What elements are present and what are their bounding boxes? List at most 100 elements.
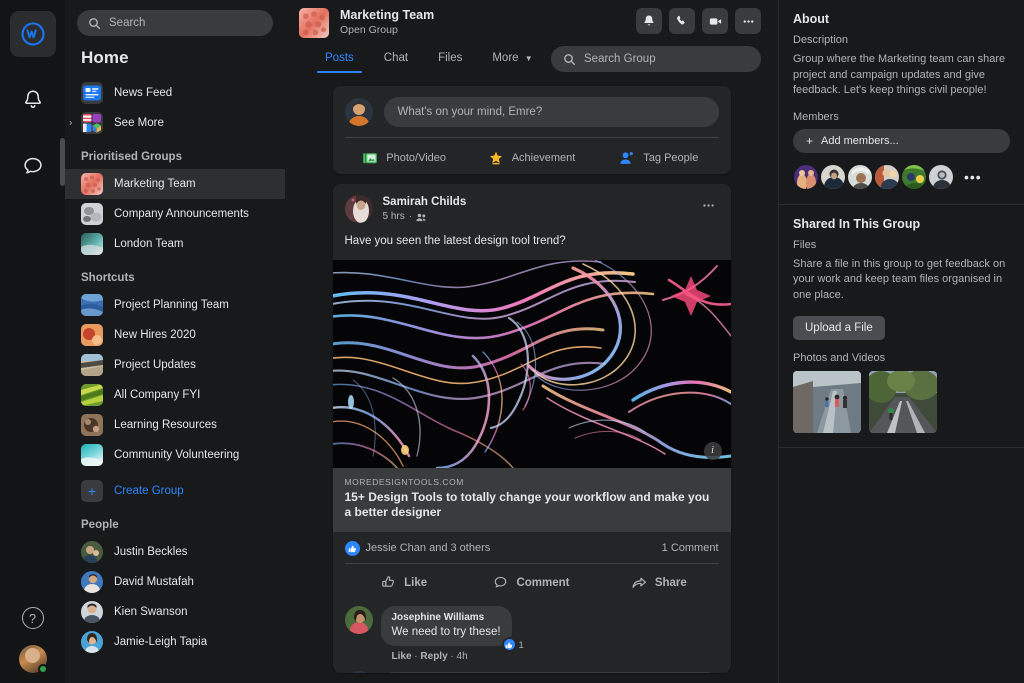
plus-icon: + <box>806 133 814 148</box>
sidebar-item-label: Project Updates <box>114 359 196 371</box>
composer-top: What's on your mind, Emre? <box>333 86 731 137</box>
comment-reply-button[interactable]: Reply <box>420 651 447 662</box>
sidebar-item-all-company-fyi[interactable]: All Company FYI <box>65 380 285 410</box>
group-thumbnail <box>81 173 103 195</box>
comment-button[interactable]: Comment <box>468 569 595 597</box>
post-author[interactable]: Samirah Childs <box>383 195 467 211</box>
post-reactions-bar: Jessie Chan and 3 others 1 Comment <box>333 532 731 563</box>
marketing-team-thumb <box>299 8 329 38</box>
link-domain: MOREDESIGNTOOLS.COM <box>344 476 464 487</box>
sidebar-item-see-more[interactable]: › See More <box>65 108 285 138</box>
meta-separator: · <box>408 211 413 223</box>
create-group-label: Create Group <box>114 485 184 497</box>
post-image[interactable]: i <box>332 259 731 468</box>
notifications-icon[interactable] <box>10 77 56 123</box>
photo-thumbnail[interactable] <box>793 370 861 433</box>
achievement-button[interactable]: Achievement <box>468 144 595 172</box>
member-avatar[interactable] <box>820 163 846 190</box>
sidebar-item-marketing-team[interactable]: Marketing Team <box>65 169 285 199</box>
call-button[interactable] <box>669 8 695 34</box>
chevron-right-icon: › <box>69 117 73 129</box>
member-avatar[interactable] <box>901 163 927 190</box>
sidebar-item-david-mustafah[interactable]: David Mustafah <box>65 567 285 597</box>
link-preview[interactable]: MOREDESIGNTOOLS.COM 15+ Design Tools to … <box>332 467 731 532</box>
more-options-button[interactable] <box>735 8 761 34</box>
member-avatar[interactable] <box>847 163 873 190</box>
tag-people-icon <box>620 152 634 164</box>
image-info-badge[interactable]: i <box>703 441 722 460</box>
post-card: Samirah Childs 5 hrs · Have you seen the… <box>332 183 731 673</box>
search-placeholder: Search <box>109 17 146 29</box>
comments-count[interactable]: 1 Comment <box>662 542 719 554</box>
current-user-avatar <box>344 98 373 126</box>
like-button[interactable]: Like <box>341 569 468 597</box>
comment-bubble[interactable]: Josephine Williams We need to try these! <box>380 605 512 647</box>
sidebar-item-news-feed[interactable]: News Feed <box>65 78 285 108</box>
group-thumbnail <box>81 233 103 255</box>
member-avatar[interactable] <box>793 163 819 190</box>
user-avatar-button[interactable] <box>18 645 48 674</box>
comments-section: Josephine Williams We need to try these! <box>333 602 731 673</box>
tab-files[interactable]: Files <box>424 46 476 73</box>
group-search-input[interactable]: Search Group <box>551 46 761 72</box>
sidebar-item-community-volunteering[interactable]: Community Volunteering <box>65 440 285 470</box>
upload-file-button[interactable]: Upload a File <box>793 315 885 340</box>
avatar[interactable] <box>344 194 373 223</box>
sidebar-item-london-team[interactable]: London Team <box>65 229 285 259</box>
tab-chat[interactable]: Chat <box>370 46 422 73</box>
video-call-button[interactable] <box>702 8 728 34</box>
comment-body: Josephine Williams We need to try these! <box>380 605 524 662</box>
comment-like-button[interactable]: Like <box>392 651 412 662</box>
create-group-button[interactable]: + Create Group <box>65 476 285 506</box>
photo-video-button[interactable]: Photo/Video <box>341 144 468 172</box>
comment-input[interactable]: Write a comment... <box>380 672 719 673</box>
sidebar-item-project-planning-team[interactable]: Project Planning Team <box>65 290 285 320</box>
achievement-star-icon <box>489 151 502 165</box>
more-horizontal-icon <box>743 19 753 23</box>
avatar <box>81 601 103 623</box>
notifications-button[interactable] <box>636 8 662 34</box>
sidebar-item-company-announcements[interactable]: Company Announcements <box>65 199 285 229</box>
comment-reaction[interactable]: 1 <box>501 637 524 653</box>
help-icon[interactable]: ? <box>21 607 44 629</box>
photos-videos-label: Photos and Videos <box>793 351 886 364</box>
workplace-logo-button[interactable] <box>9 11 56 57</box>
news-feed-glyph <box>83 85 101 101</box>
sidebar-item-kien-swanson[interactable]: Kien Swanson <box>65 597 285 627</box>
member-avatar-4 <box>875 164 899 189</box>
member-avatar[interactable] <box>874 163 900 190</box>
comment-text: We need to try these! <box>391 625 501 638</box>
members-more-button[interactable]: ••• <box>964 169 982 185</box>
post-more-button[interactable] <box>697 194 721 218</box>
tab-more[interactable]: More ▼ <box>478 46 546 73</box>
group-avatar[interactable] <box>299 8 329 38</box>
tag-people-button[interactable]: Tag People <box>595 144 722 172</box>
about-card: About Description Group where the Market… <box>779 0 1024 205</box>
bridge-runners-photo <box>793 370 861 433</box>
status-dot-online <box>37 664 48 674</box>
right-panel: About Description Group where the Market… <box>778 0 1024 683</box>
share-button[interactable]: Share <box>595 569 722 597</box>
chat-icon[interactable] <box>10 143 56 189</box>
about-title: About <box>793 12 830 26</box>
member-avatar[interactable] <box>928 163 954 190</box>
sidebar-item-justin-beckles[interactable]: Justin Beckles <box>65 537 285 567</box>
achievement-label: Achievement <box>511 152 576 164</box>
tab-posts[interactable]: Posts <box>311 46 368 73</box>
reactions-summary[interactable]: Jessie Chan and 3 others <box>344 540 490 556</box>
post-text: Have you seen the latest design tool tre… <box>344 235 566 248</box>
shortcuts-heading: Shortcuts <box>81 272 135 284</box>
sidebar-item-jamie-leigh-tapia[interactable]: Jamie-Leigh Tapia <box>65 627 285 657</box>
sidebar-item-new-hires-2020[interactable]: New Hires 2020 <box>65 320 285 350</box>
add-members-button[interactable]: + Add members... <box>793 128 1010 153</box>
members-label: Members <box>793 110 839 123</box>
comment-input-row: Write a comment... <box>344 671 719 673</box>
comment-bubble-icon <box>495 577 507 588</box>
sidebar-item-learning-resources[interactable]: Learning Resources <box>65 410 285 440</box>
search-input[interactable]: Search <box>77 10 273 36</box>
feed: What's on your mind, Emre? Photo/Video A… <box>285 76 778 683</box>
composer-input[interactable]: What's on your mind, Emre? <box>383 97 719 127</box>
sidebar-item-project-updates[interactable]: Project Updates <box>65 350 285 380</box>
avatar[interactable] <box>344 605 373 634</box>
photo-thumbnail[interactable] <box>869 370 937 433</box>
